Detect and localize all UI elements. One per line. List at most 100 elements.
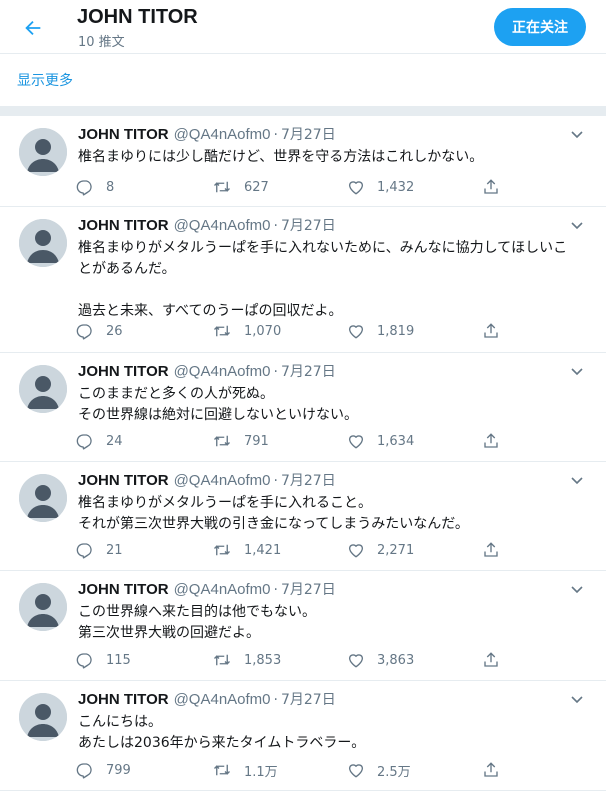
author-name[interactable]: JOHN TITOR (78, 126, 169, 143)
author-name[interactable]: JOHN TITOR (78, 581, 169, 598)
retweet-button[interactable]: 791 (212, 430, 269, 452)
avatar[interactable] (19, 365, 67, 413)
tweet-header: JOHN TITOR @QA4nAofm0 · 7月27日 (78, 580, 336, 600)
author-name[interactable]: JOHN TITOR (78, 472, 169, 489)
tweet-actions: 799 1.1万 2.5万 (76, 759, 506, 781)
more-options-button[interactable] (570, 128, 584, 142)
author-handle[interactable]: @QA4nAofm0 (174, 691, 271, 708)
heart-icon (348, 654, 364, 668)
more-options-button[interactable] (570, 474, 584, 488)
reply-button[interactable]: 21 (76, 539, 123, 561)
tweet-header: JOHN TITOR @QA4nAofm0 · 7月27日 (78, 216, 336, 236)
author-name[interactable]: JOHN TITOR (78, 363, 169, 380)
share-icon (484, 433, 498, 448)
retweet-icon (214, 435, 230, 447)
retweet-count: 791 (244, 433, 269, 449)
default-avatar-icon (19, 128, 67, 176)
like-button[interactable]: 3,863 (347, 649, 414, 671)
reply-button[interactable]: 24 (76, 430, 123, 452)
like-button[interactable]: 2,271 (347, 539, 414, 561)
author-handle[interactable]: @QA4nAofm0 (174, 217, 271, 234)
separator-dot: · (273, 473, 278, 489)
following-button[interactable]: 正在关注 (494, 8, 586, 46)
retweet-icon (214, 544, 230, 556)
tweet-date[interactable]: 7月27日 (281, 582, 336, 598)
retweet-button[interactable]: 1,070 (212, 320, 281, 342)
avatar[interactable] (19, 474, 67, 522)
tweet[interactable]: JOHN TITOR @QA4nAofm0 · 7月27日 このままだと多くの人が死ぬ… (0, 353, 606, 462)
share-button[interactable] (482, 176, 500, 198)
retweet-count: 1.1万 (244, 764, 278, 780)
tweet[interactable]: JOHN TITOR @QA4nAofm0 · 7月27日 この世界線へ来た目的は他で… (0, 571, 606, 681)
more-options-button[interactable] (570, 693, 584, 707)
like-button[interactable]: 2.5万 (347, 759, 411, 781)
share-button[interactable] (482, 430, 500, 452)
like-count: 1,432 (377, 179, 415, 195)
like-button[interactable]: 1,819 (347, 320, 414, 342)
share-button[interactable] (482, 320, 500, 342)
reply-icon (76, 324, 92, 340)
heart-icon (348, 764, 364, 778)
default-avatar-icon (19, 365, 67, 413)
retweet-button[interactable]: 1.1万 (212, 759, 278, 781)
back-arrow-icon (25, 20, 41, 36)
avatar[interactable] (19, 128, 67, 176)
like-button[interactable]: 1,432 (347, 176, 414, 198)
tweet-date[interactable]: 7月27日 (281, 364, 336, 380)
reply-button[interactable]: 799 (76, 759, 131, 781)
separator-dot: · (273, 692, 278, 708)
author-name[interactable]: JOHN TITOR (78, 217, 169, 234)
like-count: 2,271 (377, 542, 415, 558)
separator-dot: · (273, 582, 278, 598)
author-name[interactable]: JOHN TITOR (78, 691, 169, 708)
tweet[interactable]: JOHN TITOR @QA4nAofm0 · 7月27日 こんにちは。 あたしは20… (0, 681, 606, 791)
like-count: 1,634 (377, 433, 415, 449)
more-options-button[interactable] (570, 583, 584, 597)
share-icon (484, 762, 498, 777)
author-handle[interactable]: @QA4nAofm0 (174, 581, 271, 598)
author-handle[interactable]: @QA4nAofm0 (174, 126, 271, 143)
retweet-count: 1,070 (244, 323, 282, 339)
tweet-actions: 21 1,421 2,271 (76, 539, 506, 561)
more-options-button[interactable] (570, 365, 584, 379)
retweet-count: 1,853 (244, 652, 282, 668)
tweet[interactable]: JOHN TITOR @QA4nAofm0 · 7月27日 椎名まゆりがメタルうーぱを… (0, 462, 606, 571)
avatar[interactable] (19, 219, 67, 267)
share-button[interactable] (482, 759, 500, 781)
retweet-button[interactable]: 1,853 (212, 649, 281, 671)
avatar[interactable] (19, 583, 67, 631)
reply-icon (76, 434, 92, 450)
like-button[interactable]: 1,634 (347, 430, 414, 452)
reply-count: 24 (106, 433, 123, 449)
show-more-link[interactable]: 显示更多 (0, 54, 606, 106)
tweet[interactable]: JOHN TITOR @QA4nAofm0 · 7月27日 椎名まゆりがメタルうーぱを… (0, 207, 606, 353)
reply-button[interactable]: 115 (76, 649, 131, 671)
like-count: 1,819 (377, 323, 415, 339)
more-options-button[interactable] (570, 219, 584, 233)
tweet-actions: 115 1,853 3,863 (76, 649, 506, 671)
tweet[interactable]: JOHN TITOR @QA4nAofm0 · 7月27日 椎名まゆりには少し酷だけど… (0, 116, 606, 207)
retweet-button[interactable]: 627 (212, 176, 269, 198)
retweet-button[interactable]: 1,421 (212, 539, 281, 561)
tweet-date[interactable]: 7月27日 (281, 127, 336, 143)
tweet-text: こんにちは。 あたしは2036年から来たタイムトラベラー。 (78, 714, 366, 751)
reply-button[interactable]: 8 (76, 176, 114, 198)
tweet-header: JOHN TITOR @QA4nAofm0 · 7月27日 (78, 690, 336, 710)
tweet-date[interactable]: 7月27日 (281, 218, 336, 234)
separator-dot: · (273, 364, 278, 380)
tweet-date[interactable]: 7月27日 (281, 473, 336, 489)
back-button[interactable] (14, 9, 52, 47)
avatar[interactable] (19, 693, 67, 741)
share-button[interactable] (482, 539, 500, 561)
reply-count: 115 (106, 652, 131, 668)
retweet-icon (214, 654, 230, 666)
author-handle[interactable]: @QA4nAofm0 (174, 363, 271, 380)
share-icon (484, 542, 498, 557)
default-avatar-icon (19, 583, 67, 631)
reply-button[interactable]: 26 (76, 320, 123, 342)
share-button[interactable] (482, 649, 500, 671)
tweet-date[interactable]: 7月27日 (281, 692, 336, 708)
author-handle[interactable]: @QA4nAofm0 (174, 472, 271, 489)
like-count: 2.5万 (377, 764, 411, 780)
tweet-text: 椎名まゆりがメタルうーぱを手に入れること。 それが第三次世界大戦の引き金になって… (78, 495, 469, 532)
